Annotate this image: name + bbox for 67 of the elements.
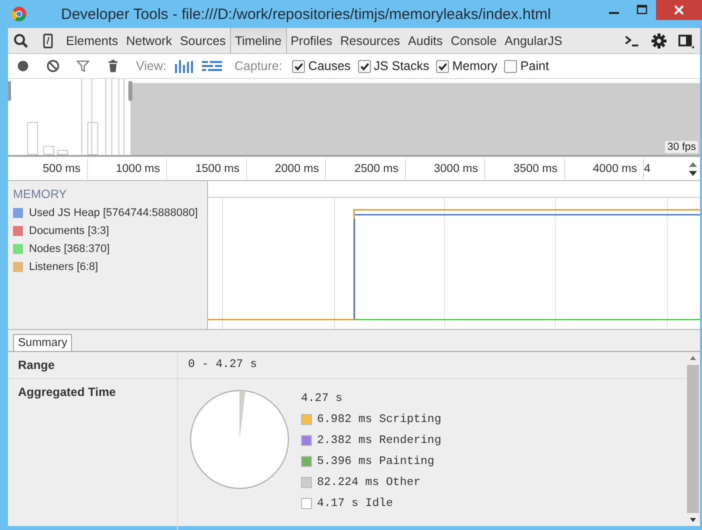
panel-tab[interactable]: AngularJS	[500, 28, 566, 53]
panel-tab[interactable]: Console	[446, 28, 501, 53]
record-icon[interactable]	[16, 59, 30, 73]
summary-tab[interactable]: Summary	[13, 334, 72, 351]
counter-label: Documents [3:3]	[29, 225, 110, 237]
time-tick-label: 3000 ms	[406, 158, 485, 178]
checkbox[interactable]	[358, 60, 371, 72]
view-label: View:	[136, 59, 166, 73]
time-tick-label: 4	[644, 162, 652, 176]
time-tick-label: 2000 ms	[246, 158, 326, 178]
panel-tab[interactable]: Network	[122, 28, 176, 53]
legend-label: 4.17 s Idle	[317, 497, 393, 510]
checkbox[interactable]	[292, 60, 306, 72]
panel-tab[interactable]: Elements	[62, 28, 122, 53]
legend-label: 6.982 ms Scripting	[317, 413, 442, 426]
legend-label: 5.396 ms Painting	[317, 455, 434, 468]
time-tick-label: 3500 ms	[485, 158, 564, 178]
aggregated-time-label: Aggregated Time	[8, 379, 178, 530]
counter-swatch[interactable]	[13, 262, 23, 272]
scroll-up-icon[interactable]	[688, 354, 698, 362]
settings-icon[interactable]	[651, 32, 667, 48]
fps-label: 30 fps	[665, 141, 698, 153]
close-icon	[673, 4, 685, 16]
checkbox-label: Memory	[452, 59, 498, 73]
panel-tab[interactable]: Resources	[336, 28, 404, 53]
close-button[interactable]	[656, 0, 702, 20]
checkbox-label: JS Stacks	[374, 59, 430, 73]
maximize-icon	[636, 4, 648, 16]
counter-label: Used JS Heap [5764744:5888080]	[29, 207, 198, 219]
browser-logo-icon	[11, 6, 27, 22]
panel-tab[interactable]: Profiles	[286, 28, 336, 53]
search-icon[interactable]	[13, 32, 29, 48]
time-tick-label: 1500 ms	[167, 158, 246, 178]
legend-label: 82.224 ms Other	[317, 476, 421, 489]
counter-label: Listeners [6:8]	[29, 261, 98, 273]
time-tick-label: 500 ms	[8, 158, 88, 178]
capture-label: Capture:	[234, 59, 282, 73]
checkbox-label: Causes	[308, 59, 351, 73]
trash-icon[interactable]	[106, 59, 120, 73]
dock-icon[interactable]	[678, 32, 694, 48]
checkbox[interactable]	[436, 60, 450, 72]
flame-chart-icon[interactable]	[202, 59, 222, 73]
panel-tab[interactable]: Timeline	[230, 28, 287, 53]
checkbox[interactable]	[504, 60, 518, 72]
clear-icon[interactable]	[46, 59, 60, 73]
range-label: Range	[8, 352, 178, 378]
counter-swatch[interactable]	[13, 208, 23, 218]
bar-chart-icon[interactable]	[174, 59, 194, 73]
filter-icon[interactable]	[76, 59, 90, 73]
counter-swatch[interactable]	[13, 244, 23, 254]
counter-swatch[interactable]	[13, 226, 23, 236]
memory-heading: MEMORY	[13, 187, 68, 201]
legend-label: 2.382 ms Rendering	[317, 434, 442, 447]
total-time: 4.27 s	[301, 392, 344, 405]
right-handle[interactable]	[128, 81, 132, 101]
time-tick-label: 2500 ms	[326, 158, 406, 178]
range-value: 0 - 4.27 s	[187, 357, 258, 373]
left-handle[interactable]	[8, 81, 11, 101]
scroll-down-icon[interactable]	[688, 516, 698, 524]
minimize-icon	[609, 12, 619, 14]
checkbox-label: Paint	[520, 59, 549, 73]
time-tick-label: 4000 ms	[564, 158, 644, 178]
counter-label: Nodes [368:370]	[29, 243, 110, 255]
time-tick-label: 1000 ms	[88, 158, 167, 178]
panel-tab[interactable]: Sources	[176, 28, 230, 53]
panel-tab[interactable]: Audits	[404, 28, 447, 53]
window-title: Developer Tools - file:///D:/work/repositories/timjs/memoryleaks/index.html	[61, 6, 551, 22]
